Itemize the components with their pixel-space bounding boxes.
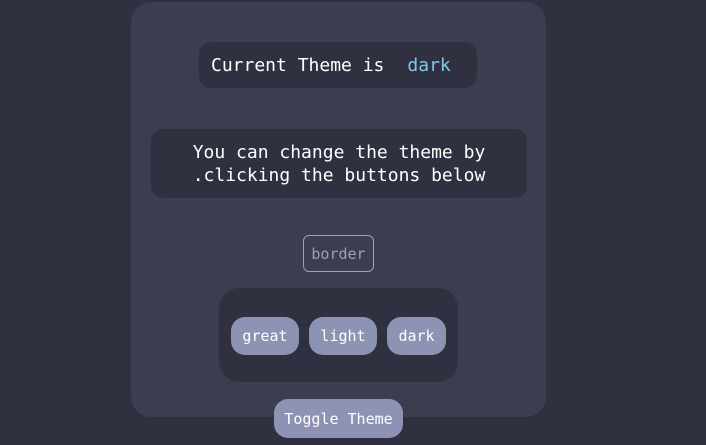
toggle-theme-button[interactable]: Toggle Theme <box>274 399 403 438</box>
great-theme-button[interactable]: great <box>231 317 299 355</box>
instruction-line-2: .clicking the buttons below <box>192 164 486 186</box>
current-theme-label: Current Theme is <box>211 54 385 76</box>
current-theme-value: dark <box>407 54 451 76</box>
instruction-message: You can change the theme by .clicking th… <box>151 129 527 198</box>
border-button[interactable]: border <box>303 235 374 272</box>
dark-theme-button[interactable]: dark <box>387 317 446 355</box>
current-theme-display: Current Theme is dark <box>199 42 477 88</box>
instruction-line-1: You can change the theme by <box>192 141 486 163</box>
light-theme-button[interactable]: light <box>309 317 377 355</box>
